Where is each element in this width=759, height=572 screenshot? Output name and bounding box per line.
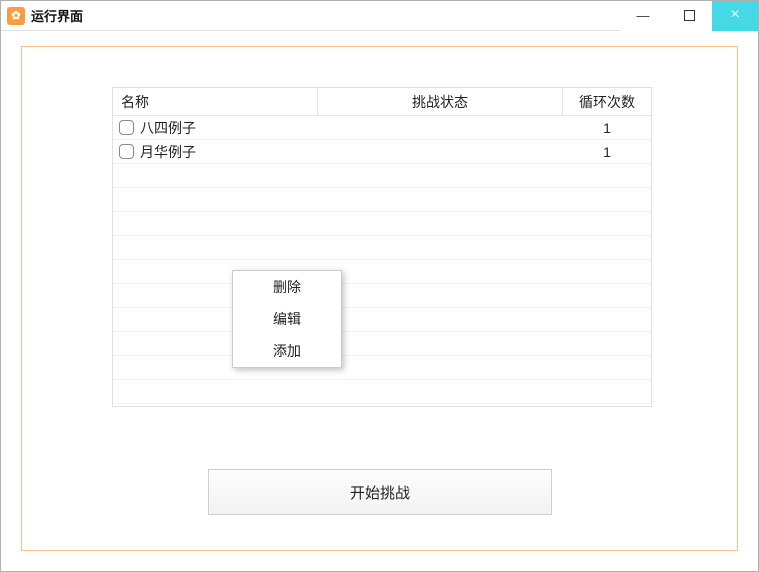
cell-status [318,260,563,283]
table-row[interactable]: 八四例子 1 [113,116,651,140]
cell-name [113,380,318,403]
cell-loop [563,308,651,331]
cell-loop [563,284,651,307]
minimize-icon: — [637,8,650,23]
content-panel: 名称 挑战状态 循环次数 八四例子 1 月华例子 1 删除编辑添加 开始挑战 [21,46,738,551]
minimize-button[interactable]: — [620,1,666,31]
app-icon: ✿ [7,7,25,25]
row-name-label: 八四例子 [140,118,196,138]
cell-status [318,116,563,139]
maximize-button[interactable] [666,1,712,31]
table-header: 名称 挑战状态 循环次数 [113,88,651,116]
cell-name [113,212,318,235]
cell-status [318,356,563,379]
table-row[interactable] [113,188,651,212]
table-row[interactable] [113,380,651,404]
cell-name [113,188,318,211]
cell-loop [563,380,651,403]
cell-status [318,188,563,211]
cell-loop [563,236,651,259]
cell-name: 八四例子 [113,116,318,139]
cell-loop [563,356,651,379]
cell-status [318,308,563,331]
table-row[interactable] [113,164,651,188]
cell-loop [563,164,651,187]
table-row[interactable] [113,308,651,332]
window-title: 运行界面 [31,6,83,25]
context-menu-item[interactable]: 添加 [233,335,341,367]
table-row[interactable] [113,236,651,260]
table-row[interactable] [113,260,651,284]
title-bar: ✿ 运行界面 — × [1,1,758,31]
cell-status [318,236,563,259]
table-row[interactable] [113,356,651,380]
row-checkbox[interactable] [119,144,134,159]
context-menu-item[interactable]: 删除 [233,271,341,303]
cell-name [113,164,318,187]
cell-loop [563,212,651,235]
table-row[interactable]: 月华例子 1 [113,140,651,164]
cell-loop [563,332,651,355]
col-header-status[interactable]: 挑战状态 [318,88,563,115]
col-header-name[interactable]: 名称 [113,88,318,115]
cell-status [318,380,563,403]
col-header-loop[interactable]: 循环次数 [563,88,651,115]
cell-status [318,332,563,355]
close-icon: × [730,6,739,24]
context-menu: 删除编辑添加 [232,270,342,368]
cell-loop [563,260,651,283]
cell-status [318,284,563,307]
cell-status [318,140,563,163]
row-checkbox[interactable] [119,120,134,135]
close-button[interactable]: × [712,1,758,31]
row-name-label: 月华例子 [140,142,196,162]
cell-loop: 1 [563,116,651,139]
context-menu-item[interactable]: 编辑 [233,303,341,335]
table-row[interactable] [113,284,651,308]
start-challenge-button[interactable]: 开始挑战 [208,469,552,515]
task-table: 名称 挑战状态 循环次数 八四例子 1 月华例子 1 [112,87,652,407]
cell-status [318,212,563,235]
table-row[interactable] [113,332,651,356]
window-controls: — × [620,1,758,31]
app-window: ✿ 运行界面 — × 名称 挑战状态 循环次数 八四例子 1 月华例子 1 删除编辑添… [0,0,759,572]
start-challenge-label: 开始挑战 [350,482,410,503]
table-body[interactable]: 八四例子 1 月华例子 1 [113,116,651,404]
cell-name: 月华例子 [113,140,318,163]
table-row[interactable] [113,212,651,236]
maximize-icon [684,10,695,21]
cell-name [113,236,318,259]
cell-loop [563,188,651,211]
cell-status [318,164,563,187]
cell-loop: 1 [563,140,651,163]
